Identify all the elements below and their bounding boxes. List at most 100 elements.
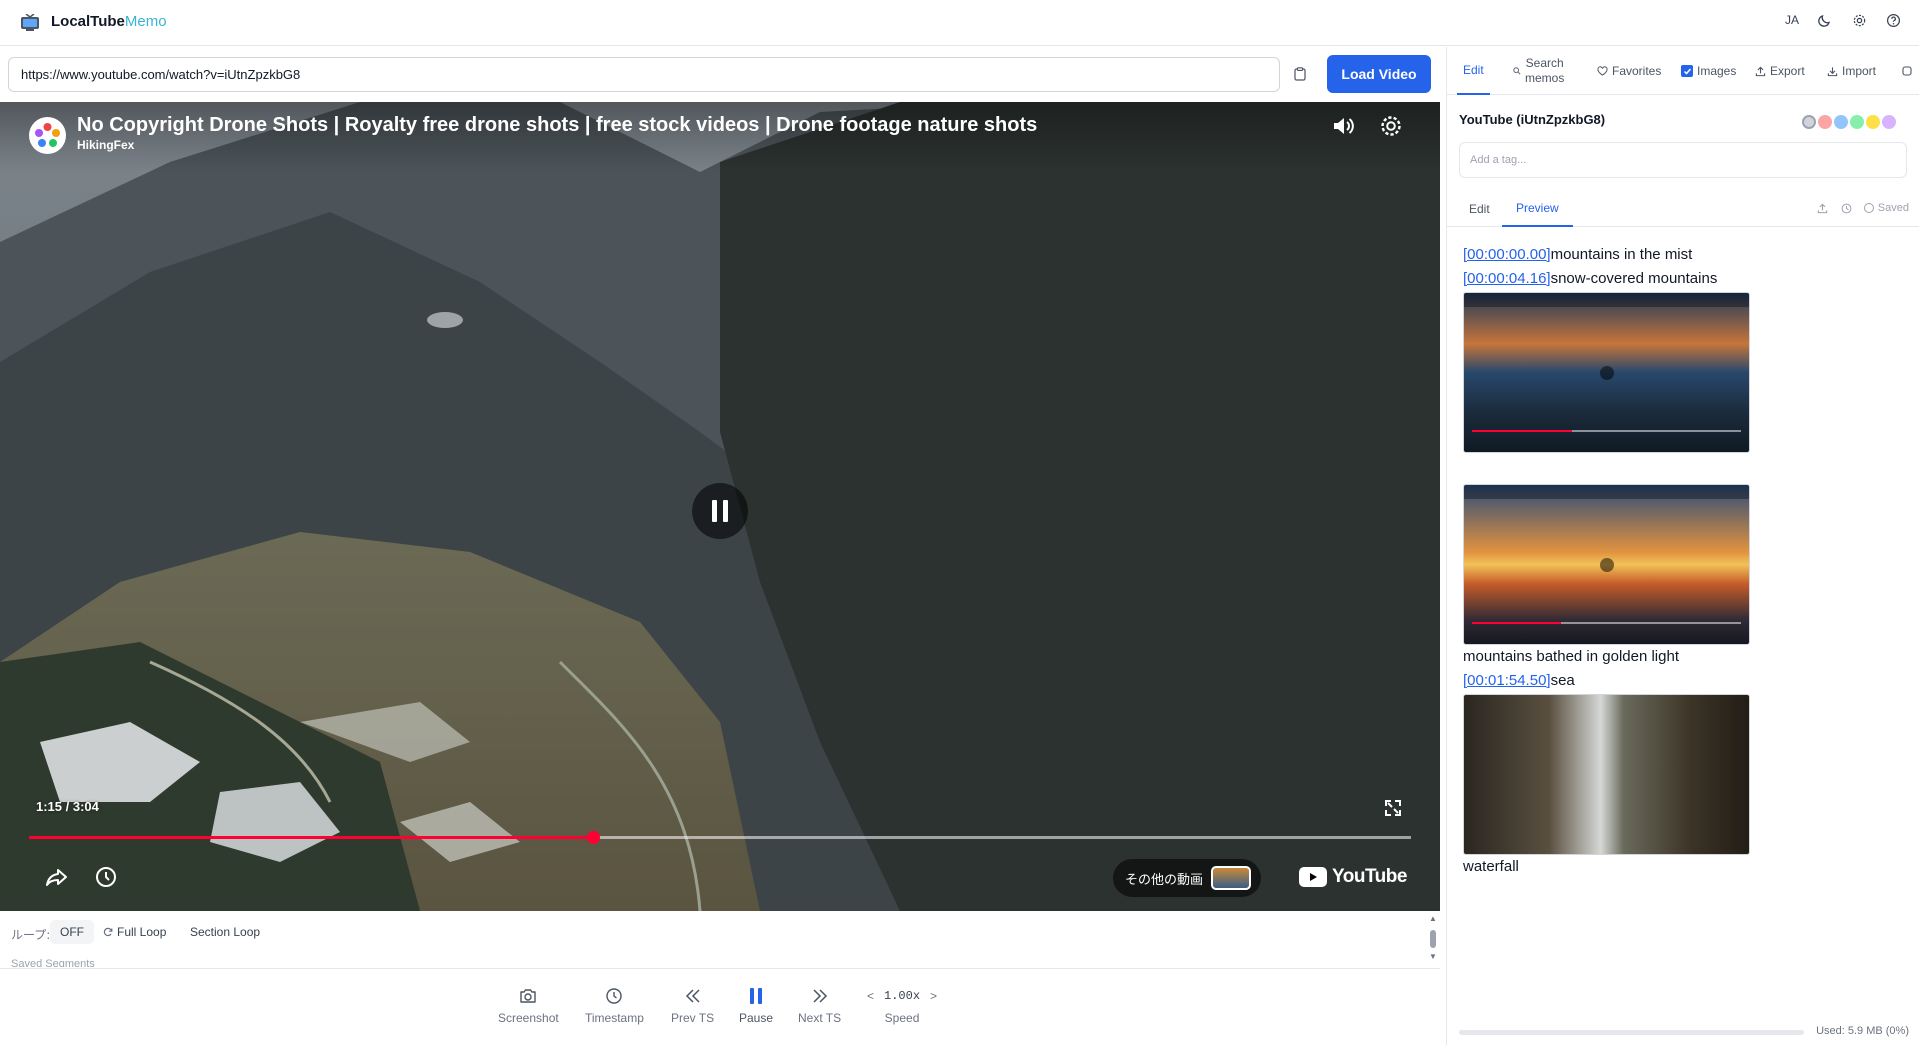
memo-line: [00:01:54.50]sea [1463, 672, 1575, 689]
tab-images[interactable]: Images [1681, 47, 1736, 95]
more-videos-button[interactable]: その他の動画 [1113, 859, 1262, 897]
editor-subtabs: Edit Preview Saved [1447, 191, 1919, 227]
clipboard-icon[interactable] [1290, 64, 1310, 84]
app-header: LocalTubeMemo JA [0, 0, 1919, 46]
moon-icon[interactable] [1817, 12, 1833, 28]
resize-handle[interactable] [1442, 535, 1446, 563]
section-loop-button[interactable]: Section Loop [190, 925, 260, 939]
screenshot-thumbnail[interactable] [1463, 484, 1750, 645]
prev-timestamp-button[interactable]: Prev TS [671, 985, 714, 1025]
language-toggle[interactable]: JA [1785, 13, 1799, 27]
panel-tabs: Edit Search memos Favorites Images Export… [1447, 47, 1919, 95]
subtab-edit[interactable]: Edit [1459, 191, 1500, 227]
scroll-down-icon[interactable]: ▼ [1429, 952, 1437, 961]
memo-line: [00:00:00.00]mountains in the mist [1463, 246, 1693, 263]
center-pause-button[interactable] [692, 483, 748, 539]
tag-color-picker [1802, 115, 1896, 129]
channel-name[interactable]: HikingFex [77, 138, 134, 152]
video-url-input[interactable] [8, 57, 1280, 92]
memo-line: mountains bathed in golden light [1463, 648, 1679, 665]
search-icon [1513, 67, 1521, 75]
timestamp-link[interactable]: [00:00:04.16] [1463, 270, 1551, 287]
upload-icon [1755, 66, 1766, 76]
speed-down-button[interactable]: < [867, 989, 874, 1003]
help-icon[interactable] [1885, 12, 1901, 28]
more-icon [1902, 66, 1912, 76]
tag-input[interactable] [1459, 142, 1907, 178]
saved-segments-label: Saved Segments [11, 958, 95, 967]
screenshot-button[interactable]: Screenshot [498, 985, 559, 1025]
refresh-icon [103, 927, 113, 937]
saved-indicator-icon [1863, 203, 1874, 213]
tab-import[interactable]: Import [1827, 47, 1876, 95]
url-bar: Load Video [0, 47, 1446, 101]
tag-color-dot[interactable] [1818, 115, 1832, 129]
scroll-up-icon[interactable]: ▲ [1429, 914, 1437, 923]
loop-label: ループ: [11, 928, 51, 942]
heart-icon [1597, 66, 1608, 76]
tag-color-dot[interactable] [1834, 115, 1848, 129]
speed-value: 1.00x [884, 989, 921, 1003]
chevrons-right-icon [809, 985, 831, 1007]
fullscreen-icon[interactable] [1380, 795, 1406, 821]
time-readout: 1:15 / 3:04 [36, 799, 99, 814]
storage-usage: Used: 5.9 MB (0%) [1459, 1025, 1909, 1045]
memo-title: YouTube (iUtnZpzkbG8) [1459, 112, 1606, 127]
tab-export[interactable]: Export [1755, 47, 1805, 95]
timestamp-link[interactable]: [00:01:54.50] [1463, 672, 1551, 689]
upload-icon[interactable] [1816, 201, 1830, 215]
tab-search-memos[interactable]: Search memos [1513, 47, 1564, 95]
speed-control: < 1.00x > Speed [867, 989, 938, 1025]
screenshot-thumbnail[interactable] [1463, 694, 1750, 855]
timestamp-link[interactable]: [00:00:00.00] [1463, 246, 1551, 263]
player-settings-icon[interactable] [1378, 113, 1404, 139]
clock-icon [603, 985, 625, 1007]
player-top-gradient [0, 102, 1440, 172]
next-timestamp-button[interactable]: Next TS [798, 985, 841, 1025]
app-title: LocalTubeMemo [51, 13, 167, 30]
full-loop-button[interactable]: Full Loop [103, 925, 166, 939]
youtube-logo[interactable]: YouTube [1299, 866, 1407, 888]
video-player[interactable]: No Copyright Drone Shots | Royalty free … [0, 102, 1440, 911]
loop-scrollbar[interactable]: ▲ ▼ [1428, 914, 1438, 964]
share-icon[interactable] [44, 864, 70, 890]
memo-panel: Edit Search memos Favorites Images Export… [1447, 47, 1919, 1045]
tag-color-dot[interactable] [1802, 115, 1816, 129]
images-checkbox[interactable] [1681, 65, 1693, 77]
speed-up-button[interactable]: > [930, 989, 937, 1003]
screenshot-thumbnail[interactable] [1463, 292, 1750, 453]
storage-bar [1459, 1030, 1804, 1035]
pause-button[interactable]: Pause [739, 985, 773, 1025]
storage-text: Used: 5.9 MB (0%) [1816, 1025, 1909, 1037]
gear-icon[interactable] [1851, 12, 1867, 28]
memo-line: waterfall [1463, 858, 1519, 875]
tag-color-dot[interactable] [1850, 115, 1864, 129]
memo-line: [00:00:04.16]snow-covered mountains [1463, 270, 1718, 287]
volume-icon[interactable] [1330, 113, 1356, 139]
scroll-thumb[interactable] [1430, 930, 1436, 948]
tab-edit[interactable]: Edit [1457, 47, 1490, 95]
playback-controls: Screenshot Timestamp Prev TS Pause Next … [0, 968, 1440, 1045]
saved-status: Saved [1863, 202, 1909, 214]
video-title[interactable]: No Copyright Drone Shots | Royalty free … [77, 114, 1037, 137]
download-icon [1827, 66, 1838, 76]
camera-icon [517, 985, 539, 1007]
load-video-button[interactable]: Load Video [1327, 55, 1431, 93]
clock-icon[interactable] [93, 864, 119, 890]
timestamp-button[interactable]: Timestamp [585, 985, 644, 1025]
progress-bar[interactable] [29, 831, 1411, 844]
tab-favorites[interactable]: Favorites [1597, 47, 1661, 95]
memo-preview: [00:00:00.00]mountains in the mist [00:0… [1463, 243, 1903, 879]
more-videos-thumbnail [1211, 866, 1252, 890]
progress-fill [29, 836, 593, 839]
subtab-preview[interactable]: Preview [1502, 191, 1573, 227]
tag-color-dot[interactable] [1866, 115, 1880, 129]
history-icon[interactable] [1840, 201, 1854, 215]
tag-color-dot[interactable] [1882, 115, 1896, 129]
pause-icon [745, 985, 767, 1007]
progress-scrubber[interactable] [586, 831, 600, 844]
loop-off-button[interactable]: OFF [50, 920, 94, 944]
channel-avatar[interactable] [29, 117, 66, 154]
tab-overflow[interactable] [1902, 47, 1912, 95]
tv-logo-icon [21, 14, 39, 31]
